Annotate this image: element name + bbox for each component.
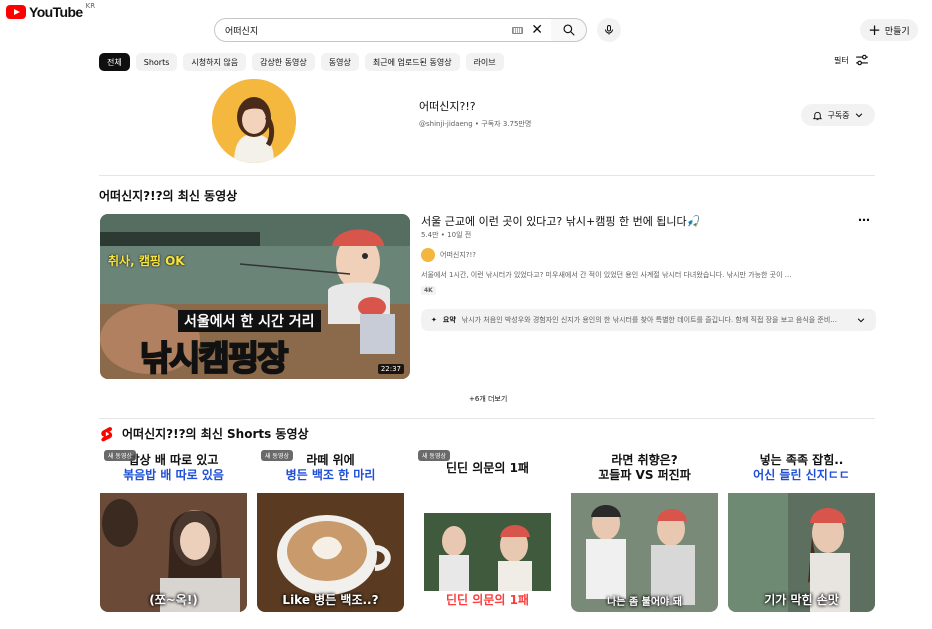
short-headline: 라면 취향은? 꼬들파 VS 퍼진파 <box>571 447 718 493</box>
channel-handle: @shinji-jidaeng <box>419 120 473 128</box>
chip-shorts[interactable]: Shorts <box>135 53 178 71</box>
short-thumbnail: 기가 막힌 손맛 <box>728 493 875 612</box>
thumb-text-small: 취사, 캠핑 OK <box>108 254 185 268</box>
short-thumbnail: 딘딘 의문의 1패 <box>414 493 561 612</box>
video-channel-name: 어떠신지?!? <box>440 251 476 259</box>
short-card[interactable]: 새 동영상 라떼 위에 병든 백조 한 마리 Like 병든 백조..? <box>257 447 404 612</box>
plus-icon: + <box>868 20 881 39</box>
thumb-text-mid: 서울에서 한 시간 거리 <box>178 310 321 332</box>
new-badge: 새 동영상 <box>261 450 293 461</box>
latest-videos-title: 어떠신지?!?의 최신 동영상 <box>99 189 238 203</box>
search-input[interactable] <box>225 25 513 35</box>
quality-badge: 4K <box>421 286 436 295</box>
shorts-header: 어떠신지?!?의 최신 Shorts 동영상 <box>100 425 309 442</box>
short-caption: 나는 좀 불어야 돼 <box>607 597 682 608</box>
shorts-icon <box>101 426 113 441</box>
clear-search-icon[interactable]: ✕ <box>531 23 543 37</box>
chip-recently-uploaded[interactable]: 최근에 업로드된 동영상 <box>364 53 460 71</box>
chevron-down-icon <box>857 318 865 323</box>
short-caption: (쪼~옥!) <box>149 593 198 607</box>
logo-region: KR <box>85 2 96 10</box>
channel-name[interactable]: 어떠신지?!? <box>419 98 476 114</box>
youtube-play-icon <box>6 5 26 19</box>
subscribed-label: 구독중 <box>827 110 850 120</box>
channel-avatar[interactable] <box>212 79 296 163</box>
video-meta: 5.4만 • 10일 전 <box>421 231 472 239</box>
ai-summary[interactable]: ✦ 요약 낚시가 처음인 박성우와 경험자인 신지가 용인의 한 낚시터를 찾아… <box>421 309 876 331</box>
avatar-image <box>212 79 296 163</box>
short-caption: 기가 막힌 손맛 <box>764 593 839 607</box>
new-badge: 새 동영상 <box>104 450 136 461</box>
search-button[interactable] <box>551 18 587 42</box>
short-thumbnail: 나는 좀 불어야 돼 <box>571 493 718 612</box>
filter-chips: 전체 Shorts 시청하지 않음 감상한 동영상 동영상 최근에 업로드된 동… <box>99 53 504 71</box>
sparkle-icon: ✦ <box>431 316 437 324</box>
chevron-down-icon <box>855 113 862 118</box>
video-thumbnail[interactable]: 취사, 캠핑 OK 서울에서 한 시간 거리 낚시캠핑장 22:37 <box>100 214 410 379</box>
short-line2: 병든 백조 한 마리 <box>285 468 376 482</box>
more-actions-icon[interactable]: ⋯ <box>858 213 871 227</box>
chip-all[interactable]: 전체 <box>99 53 130 71</box>
search-icon <box>562 24 575 36</box>
short-caption: 딘딘 의문의 1패 <box>446 593 529 607</box>
video-channel[interactable]: 어떠신지?!? <box>421 248 476 262</box>
short-line2: 꼬들파 VS 퍼진파 <box>598 468 691 482</box>
summary-text: 낚시가 처음인 박성우와 경험자인 신지가 용인의 한 낚시터를 찾아 특별한 … <box>461 316 837 324</box>
filter-button[interactable]: 필터 <box>834 54 869 66</box>
search-box: ✕ <box>214 18 552 42</box>
logo-text: YouTube <box>29 4 83 20</box>
short-line2: 볶음밥 배 따로 있음 <box>123 468 224 482</box>
filter-label: 필터 <box>834 55 849 65</box>
short-card[interactable]: 새 동영상 딘딘 의문의 1패 딘딘 의문의 1패 <box>414 447 561 612</box>
short-line1: 딘딘 의문의 1패 <box>446 461 529 475</box>
short-caption: Like 병든 백조..? <box>282 593 379 607</box>
chip-videos[interactable]: 동영상 <box>320 53 359 71</box>
subscribed-button[interactable]: 구독중 <box>801 104 875 126</box>
short-card[interactable]: 라면 취향은? 꼬들파 VS 퍼진파 나는 좀 불어야 돼 <box>571 447 718 612</box>
video-title[interactable]: 서울 근교에 이런 곳이 있다고? 낚시+캠핑 한 번에 됩니다🎣 <box>421 213 700 229</box>
short-card[interactable]: 넣는 족족 잡힘.. 어신 들린 신지ㄷㄷ 기가 막힌 손맛 <box>728 447 875 612</box>
youtube-logo[interactable]: YouTube KR <box>6 2 96 20</box>
mic-icon <box>605 25 613 35</box>
channel-mini-avatar <box>421 248 435 262</box>
divider <box>99 175 875 176</box>
shorts-section-title: 어떠신지?!?의 최신 Shorts 동영상 <box>122 427 309 441</box>
video-duration: 22:37 <box>377 364 404 374</box>
chip-live[interactable]: 라이브 <box>465 53 504 71</box>
create-label: 만들기 <box>884 26 910 37</box>
new-badge: 새 동영상 <box>418 450 450 461</box>
show-more-videos[interactable]: +6개 더보기 <box>469 394 507 404</box>
short-line1: 넣는 족족 잡힘.. <box>759 453 844 467</box>
short-headline: 넣는 족족 잡힘.. 어신 들린 신지ㄷㄷ <box>728 447 875 493</box>
short-thumbnail: (쪼~옥!) <box>100 493 247 612</box>
video-description: 서울에서 1시간, 이런 낚시터가 있었다고? 미우새에서 간 적이 있었던 용… <box>421 271 792 279</box>
short-card[interactable]: 새 동영상 밥상 배 따로 있고 볶음밥 배 따로 있음 (쪼~옥!) <box>100 447 247 612</box>
upload-age: 10일 전 <box>447 231 472 239</box>
create-button[interactable]: + 만들기 <box>860 19 918 41</box>
short-line1: 라면 취향은? <box>611 453 678 467</box>
short-line2: 어신 들린 신지ㄷㄷ <box>753 468 850 482</box>
short-thumbnail: Like 병든 백조..? <box>257 493 404 612</box>
chip-watched[interactable]: 감상한 동영상 <box>252 53 315 71</box>
summary-label: 요약 <box>442 316 456 324</box>
keyboard-icon[interactable] <box>512 26 524 34</box>
bell-icon <box>813 111 823 120</box>
subscriber-count: 구독자 3.75만명 <box>481 120 532 128</box>
view-count: 5.4만 <box>421 231 439 239</box>
divider <box>99 418 875 419</box>
thumb-text-big: 낚시캠핑장 <box>139 338 289 379</box>
filter-icon <box>855 54 868 66</box>
channel-meta: @shinji-jidaeng • 구독자 3.75만명 <box>419 120 532 128</box>
voice-search-button[interactable] <box>597 18 621 42</box>
chip-unwatched[interactable]: 시청하지 않음 <box>183 53 247 71</box>
